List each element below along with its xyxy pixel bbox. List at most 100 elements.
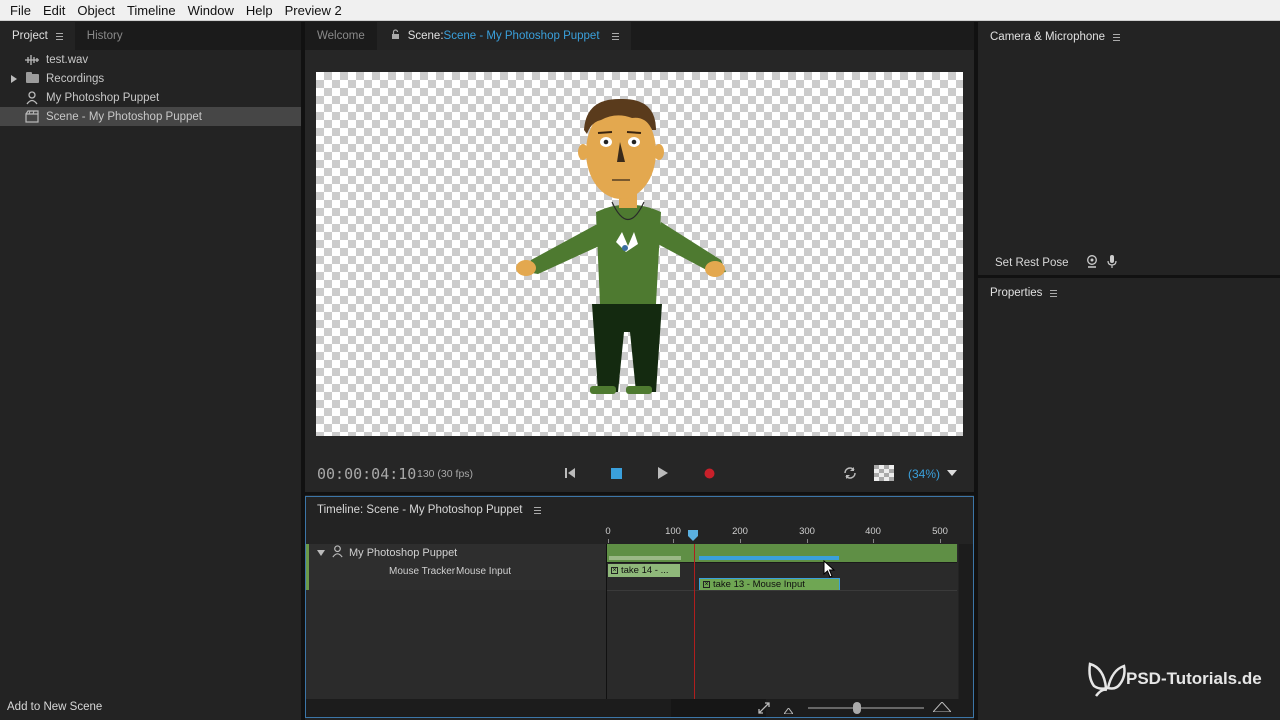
close-icon[interactable]: × [611, 567, 618, 574]
panel-menu-icon[interactable] [611, 32, 619, 40]
ruler-tick: 200 [732, 526, 748, 537]
zoom-slider-track[interactable] [808, 707, 924, 709]
scene-panel: Welcome Scene: Scene - My Photoshop Pupp… [305, 22, 975, 492]
track-name: My Photoshop Puppet [349, 547, 458, 559]
project-item-label: Scene - My Photoshop Puppet [46, 110, 202, 123]
panel-menu-icon[interactable] [534, 506, 542, 514]
puppet-icon [331, 545, 344, 561]
camera-panel-title-label: Camera & Microphone [990, 31, 1106, 43]
record-icon[interactable] [700, 464, 718, 482]
add-to-new-scene-button[interactable]: Add to New Scene [7, 701, 102, 713]
timeline-ruler[interactable]: 0 100 200 300 400 500 [605, 523, 958, 543]
camera-panel-title: Camera & Microphone [990, 31, 1121, 43]
ruler-tick: 400 [865, 526, 881, 537]
ruler-tick: 0 [605, 526, 611, 537]
transparency-grid-icon[interactable] [873, 464, 895, 482]
ruler-tick: 100 [665, 526, 681, 537]
puppet-icon [24, 90, 40, 105]
zoom-to-fit-icon[interactable] [758, 702, 770, 717]
stop-icon[interactable] [607, 464, 625, 482]
scene-canvas[interactable] [316, 72, 963, 436]
tab-welcome[interactable]: Welcome [305, 22, 377, 50]
playhead-handle[interactable] [688, 530, 698, 541]
close-icon[interactable]: × [703, 581, 710, 588]
tab-project-label: Project [12, 30, 48, 42]
menu-object[interactable]: Object [71, 0, 121, 21]
tab-history-label: History [86, 30, 123, 42]
project-item-puppet[interactable]: My Photoshop Puppet [0, 88, 301, 107]
microphone-icon[interactable] [1106, 255, 1117, 271]
take-label: take 13 - Mouse Input [713, 579, 805, 590]
timeline-track-area[interactable]: × take 14 - ... × take 13 - Mouse Input [606, 544, 958, 701]
take-summary-bar-selected [699, 556, 839, 560]
behavior-label: Mouse Tracker [389, 566, 456, 577]
track-header[interactable]: My Photoshop Puppet Mouse Tracker Mouse … [306, 544, 606, 590]
menu-help[interactable]: Help [240, 0, 279, 21]
ruler-tick: 300 [799, 526, 815, 537]
timeline-panel: Timeline: Scene - My Photoshop Puppet 0 … [305, 496, 974, 718]
project-item-audio[interactable]: test.wav [0, 50, 301, 69]
project-tabbar: Project History [0, 22, 301, 50]
playhead-line [694, 544, 695, 701]
properties-panel-title-label: Properties [990, 287, 1043, 299]
watermark-text: PSD-Tutorials.de [1126, 669, 1262, 688]
menu-file[interactable]: File [4, 0, 37, 21]
take-clip[interactable]: × take 14 - ... [608, 564, 680, 577]
track-name-row[interactable]: My Photoshop Puppet [309, 544, 609, 562]
zoom-slider-thumb[interactable] [853, 702, 861, 714]
loop-icon[interactable] [841, 464, 859, 482]
collapse-arrow-icon[interactable] [317, 550, 325, 556]
panel-menu-icon[interactable] [55, 32, 63, 40]
menu-bar: File Edit Object Timeline Window Help Pr… [0, 0, 1280, 21]
timeline-title-label: Timeline: Scene - My Photoshop Puppet [317, 504, 523, 516]
panel-divider[interactable] [305, 492, 975, 495]
go-to-start-icon[interactable] [561, 464, 579, 482]
scene-icon [24, 110, 40, 124]
butterfly-logo-icon [1088, 662, 1126, 697]
timeline-zoom-bar [306, 699, 973, 717]
tab-scene-prefix: Scene: [407, 30, 444, 42]
project-panel: Project History test.wav Recordings My P… [0, 22, 301, 720]
scene-tabbar: Welcome Scene: Scene - My Photoshop Pupp… [305, 22, 975, 50]
frame-info: 130 (30 fps) [417, 468, 474, 480]
tab-welcome-label: Welcome [317, 30, 365, 42]
tab-scene[interactable]: Scene: Scene - My Photoshop Puppet [376, 22, 631, 50]
set-rest-pose-button[interactable]: Set Rest Pose [995, 257, 1069, 269]
zoom-out-icon[interactable] [783, 705, 794, 717]
timeline-vertical-scrollbar[interactable] [959, 544, 973, 701]
menu-edit[interactable]: Edit [37, 0, 71, 21]
zoom-level[interactable]: (34%) [908, 467, 940, 481]
take-summary-bar [609, 556, 681, 560]
tab-project[interactable]: Project [0, 22, 75, 50]
panel-menu-icon[interactable] [1050, 289, 1058, 297]
zoom-in-icon[interactable] [931, 701, 953, 715]
menu-timeline[interactable]: Timeline [121, 0, 182, 21]
project-item-folder[interactable]: Recordings [0, 69, 301, 88]
timeline-title: Timeline: Scene - My Photoshop Puppet [317, 504, 542, 516]
panel-menu-icon[interactable] [1113, 33, 1121, 41]
project-item-label: Recordings [46, 72, 105, 85]
lock-icon[interactable] [391, 29, 400, 43]
zoom-dropdown-icon[interactable] [943, 464, 961, 482]
properties-panel-title: Properties [990, 287, 1058, 299]
webcam-icon[interactable] [1086, 255, 1098, 271]
psd-tutorials-watermark: PSD-Tutorials.de [1086, 660, 1262, 698]
audio-icon [24, 53, 40, 67]
mouse-cursor-icon [823, 560, 836, 578]
take-label: take 14 - ... [621, 565, 669, 576]
project-item-label: test.wav [46, 53, 89, 66]
param-label: Mouse Input [456, 566, 512, 577]
menu-window[interactable]: Window [182, 0, 240, 21]
puppet-character[interactable] [316, 72, 963, 436]
tab-history[interactable]: History [75, 22, 135, 50]
camera-microphone-panel: Camera & Microphone Set Rest Pose [978, 22, 1280, 276]
track-labels-empty [306, 590, 606, 701]
ruler-tick: 500 [932, 526, 948, 537]
track-param-row[interactable]: Mouse Tracker Mouse Input [309, 563, 609, 581]
folder-icon [24, 72, 40, 86]
timecode: 00:00:04:10 [317, 465, 417, 483]
menu-preview[interactable]: Preview 2 [279, 0, 348, 21]
project-item-scene[interactable]: Scene - My Photoshop Puppet [0, 107, 301, 126]
expand-arrow-icon[interactable] [8, 73, 20, 85]
play-icon[interactable] [653, 464, 671, 482]
